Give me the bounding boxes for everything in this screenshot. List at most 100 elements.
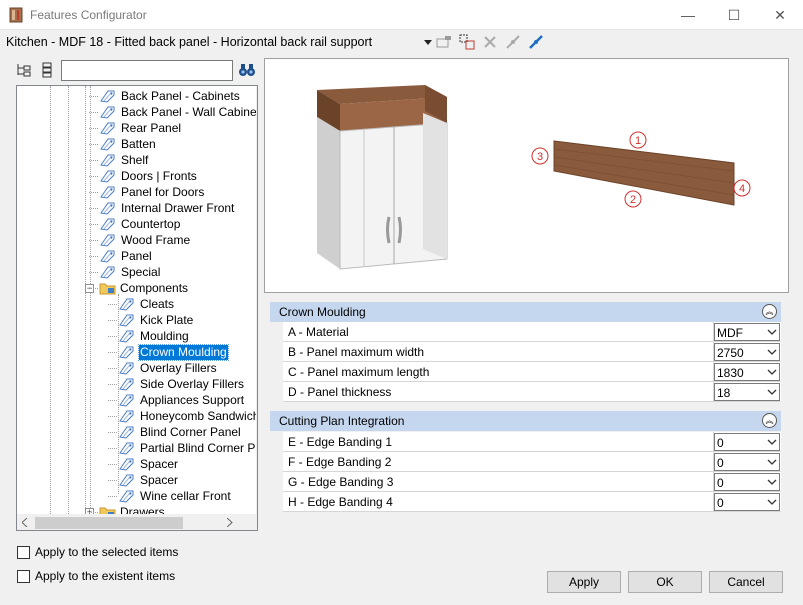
disconnect-button[interactable] [504, 33, 522, 51]
chevron-down-icon[interactable] [767, 437, 777, 447]
apply-button[interactable]: Apply [547, 571, 621, 593]
feature-tag-icon [119, 330, 134, 343]
connect-button[interactable] [527, 33, 545, 51]
tree-vertical-scrollbar[interactable] [256, 86, 257, 514]
tree-item[interactable]: Honeycomb Sandwich [118, 408, 257, 424]
tree-item-label: Panel [121, 248, 152, 263]
property-row[interactable]: F - Edge Banding 2 0 [283, 452, 781, 472]
tree-item-label: Panel for Doors [121, 184, 205, 199]
tree-item[interactable]: Moulding [118, 328, 190, 344]
collapse-icon[interactable]: ︽ [762, 304, 777, 319]
chevron-down-icon[interactable] [767, 347, 777, 357]
find-button[interactable] [237, 61, 257, 80]
chevron-down-icon[interactable] [767, 477, 777, 487]
tree-item[interactable]: Components [99, 280, 189, 296]
chevron-down-icon[interactable] [767, 367, 777, 377]
chevron-down-icon[interactable] [767, 457, 777, 467]
property-row[interactable]: E - Edge Banding 1 0 [283, 432, 781, 452]
property-value-select[interactable]: 0 [714, 453, 780, 471]
tree-item[interactable]: Internal Drawer Front [99, 200, 235, 216]
tree-item[interactable]: Wine cellar Front [118, 488, 232, 504]
feature-tree[interactable]: Back Panel - Cabinets Back Panel - Wall C… [16, 85, 258, 531]
tree-item[interactable]: Wood Frame [99, 232, 191, 248]
feature-tag-icon [100, 106, 115, 119]
tree-item[interactable]: Rear Panel [99, 120, 182, 136]
tree-item[interactable]: Countertop [99, 216, 181, 232]
property-value-select[interactable]: 2750 [714, 343, 780, 361]
tree-item[interactable]: Overlay Fillers [118, 360, 218, 376]
tree-horizontal-thumb[interactable] [35, 517, 183, 529]
feature-tag-icon [119, 410, 134, 423]
apply-selected-option[interactable]: Apply to the selected items [17, 545, 178, 559]
scroll-right-icon[interactable] [227, 518, 233, 527]
property-value-select[interactable]: 1830 [714, 363, 780, 381]
property-row[interactable]: H - Edge Banding 4 0 [283, 492, 781, 512]
configuration-path: Kitchen - MDF 18 - Fitted back panel - H… [6, 35, 373, 49]
tree-item[interactable]: Side Overlay Fillers [118, 376, 245, 392]
edge-marker-2: 2 [630, 194, 636, 206]
tree-item[interactable]: Partial Blind Corner Panel [118, 440, 257, 456]
apply-existent-checkbox[interactable] [17, 569, 30, 583]
feature-tag-icon [119, 362, 134, 375]
tree-item-label: Crown Moulding [138, 343, 229, 361]
group-cutting-plan[interactable]: Cutting Plan Integration ︽ [270, 411, 781, 431]
copy-panel-button[interactable] [458, 33, 476, 51]
maximize-button[interactable]: ☐ [711, 0, 757, 30]
tree-item-label: Wood Frame [121, 232, 191, 247]
property-row[interactable]: C - Panel maximum length 1830 [283, 362, 781, 382]
property-row[interactable]: A - Material MDF [283, 322, 781, 342]
apply-existent-option[interactable]: Apply to the existent items [17, 569, 175, 583]
tree-item[interactable]: Shelf [99, 152, 149, 168]
dropdown-arrow-icon [424, 39, 432, 45]
tree-item[interactable]: Panel [99, 248, 153, 264]
tree-item-label: Side Overlay Fillers [140, 376, 245, 391]
chevron-down-icon[interactable] [767, 497, 777, 507]
tree-item-label: Wine cellar Front [140, 488, 231, 503]
preview-illustration: 1 2 3 4 [317, 85, 751, 270]
property-value-select[interactable]: 0 [714, 473, 780, 491]
delete-button[interactable] [481, 33, 499, 51]
tree-item[interactable]: Panel for Doors [99, 184, 205, 200]
property-value-select[interactable]: 0 [714, 433, 780, 451]
feature-tag-icon [119, 490, 134, 503]
ok-button[interactable]: OK [628, 571, 702, 593]
tree-item[interactable]: Blind Corner Panel [118, 424, 242, 440]
tree-item[interactable]: Batten [99, 136, 157, 152]
tree-item[interactable]: Doors | Fronts [99, 168, 198, 184]
cabinet-side [317, 117, 340, 269]
property-row[interactable]: G - Edge Banding 3 0 [283, 472, 781, 492]
tree-item[interactable]: Kick Plate [118, 312, 194, 328]
collapse-icon[interactable]: ︽ [762, 413, 777, 428]
tree-item[interactable]: Spacer [118, 456, 179, 472]
property-name: C - Panel maximum length [288, 365, 430, 379]
property-row[interactable]: B - Panel maximum width 2750 [283, 342, 781, 362]
cancel-button[interactable]: Cancel [709, 571, 783, 593]
tree-item[interactable]: Crown Moulding [118, 343, 229, 361]
chevron-down-icon[interactable] [767, 327, 777, 337]
minimize-button[interactable]: — [665, 0, 711, 30]
property-row[interactable]: D - Panel thickness 18 [283, 382, 781, 402]
property-value: 0 [717, 496, 724, 510]
tree-item-label: Internal Drawer Front [121, 200, 235, 215]
tree-item[interactable]: Spacer [118, 472, 179, 488]
apply-selected-checkbox[interactable] [17, 545, 30, 559]
group-crown-moulding[interactable]: Crown Moulding ︽ [270, 302, 781, 322]
tree-item-label: Countertop [121, 216, 181, 231]
tree-search-input[interactable] [61, 60, 233, 81]
property-value-select[interactable]: 18 [714, 383, 780, 401]
tree-item[interactable]: Back Panel - Cabinets [99, 88, 241, 104]
tree-item[interactable]: Cleats [118, 296, 175, 312]
expand-tree-icon[interactable] [16, 62, 32, 78]
edit-panel-button[interactable] [435, 33, 453, 51]
tree-item[interactable]: Special [99, 264, 161, 280]
property-value-select[interactable]: 0 [714, 493, 780, 511]
app-icon [9, 7, 23, 23]
close-button[interactable]: ✕ [757, 0, 803, 30]
collapse-tree-icon[interactable] [41, 62, 53, 78]
tree-item[interactable]: Back Panel - Wall Cabinets [99, 104, 257, 120]
property-value-select[interactable]: MDF [714, 323, 780, 341]
tree-item[interactable]: Appliances Support [118, 392, 245, 408]
chevron-down-icon[interactable] [767, 387, 777, 397]
scroll-left-icon[interactable] [22, 518, 28, 527]
property-value: 18 [717, 386, 731, 400]
